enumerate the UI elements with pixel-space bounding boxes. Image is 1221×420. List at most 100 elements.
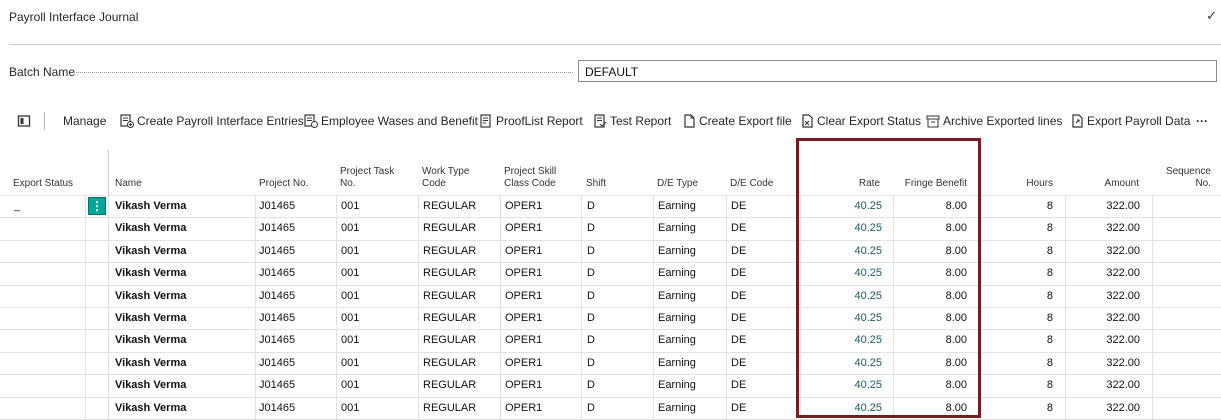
clear-export-label: Clear Export Status: [817, 114, 922, 128]
cell-task: 001: [341, 334, 360, 346]
cell-task: 001: [341, 379, 360, 391]
page-view-button[interactable]: [17, 110, 34, 132]
cell-amount: 322.00: [1106, 200, 1140, 212]
prooflist-report-button[interactable]: ProofList Report: [479, 110, 583, 132]
grid-horizontal-line: [0, 285, 1221, 286]
cell-type: Earning: [658, 379, 696, 391]
cell-code: DE: [731, 290, 747, 302]
cell-task: 001: [341, 357, 360, 369]
cell-hours: 8: [1046, 402, 1053, 414]
header-work-type-line2: Code: [422, 178, 446, 189]
cell-name[interactable]: Vikash Verma: [115, 334, 186, 346]
cell-project: J01465: [259, 402, 296, 414]
header-skill-class[interactable]: Project Skill Class Code: [504, 166, 556, 190]
cell-hours: 8: [1046, 245, 1053, 257]
archive-exported-lines-button[interactable]: Archive Exported lines: [926, 110, 1062, 132]
create-entries-icon: [120, 114, 134, 128]
report-icon: [480, 114, 491, 128]
cell-name[interactable]: Vikash Verma: [115, 200, 186, 212]
batch-name-input[interactable]: DEFAULT: [578, 60, 1217, 82]
test-report-icon: [594, 114, 607, 128]
cell-work: REGULAR: [423, 245, 477, 257]
cell-name[interactable]: Vikash Verma: [115, 402, 186, 414]
cell-project: J01465: [259, 222, 296, 234]
create-payroll-interface-entries-button[interactable]: Create Payroll Interface Entries: [120, 110, 304, 132]
grid-horizontal-line: [0, 195, 1221, 196]
export-payroll-data-button[interactable]: Export Payroll Data: [1070, 110, 1190, 132]
header-project-no[interactable]: Project No.: [259, 178, 308, 190]
cell-name[interactable]: Vikash Verma: [115, 290, 186, 302]
cell-skill: OPER1: [505, 402, 543, 414]
header-shift[interactable]: Shift: [586, 178, 606, 190]
cell-project: J01465: [259, 312, 296, 324]
test-report-button[interactable]: Test Report: [593, 110, 671, 132]
cell-task: 001: [341, 245, 360, 257]
grid-horizontal-line: [0, 397, 1221, 398]
header-de-type[interactable]: D/E Type: [657, 178, 698, 190]
header-project-task-line1: Project Task: [340, 166, 395, 177]
action-toolbar: Manage Create Payroll Interface Entries …: [0, 110, 1221, 132]
cell-hours: 8: [1046, 312, 1053, 324]
cell-task: 001: [341, 312, 360, 324]
grid-horizontal-line: [0, 240, 1221, 241]
cell-type: Earning: [658, 290, 696, 302]
archive-label: Archive Exported lines: [943, 114, 1063, 128]
cell-type: Earning: [658, 357, 696, 369]
cell-task: 001: [341, 267, 360, 279]
cell-code: DE: [731, 245, 747, 257]
cell-project: J01465: [259, 290, 296, 302]
grid-horizontal-line: [0, 352, 1221, 353]
header-work-type[interactable]: Work Type Code: [422, 166, 469, 190]
cell-task: 001: [341, 402, 360, 414]
batch-dots: [73, 72, 573, 73]
create-export-file-button[interactable]: Create Export file: [682, 110, 792, 132]
cell-skill: OPER1: [505, 334, 543, 346]
cell-name[interactable]: Vikash Verma: [115, 245, 186, 257]
page-title: Payroll Interface Journal: [9, 10, 139, 24]
header-de-code[interactable]: D/E Code: [730, 178, 773, 190]
employee-wases-and-benefit-button[interactable]: Employee Wases and Benefit: [304, 110, 478, 132]
cell-name[interactable]: Vikash Verma: [115, 379, 186, 391]
clear-export-status-button[interactable]: Clear Export Status: [800, 110, 921, 132]
cell-work: REGULAR: [423, 312, 477, 324]
cell-project: J01465: [259, 334, 296, 346]
header-name[interactable]: Name: [115, 178, 142, 190]
header-separator: [108, 150, 109, 195]
cell-type: Earning: [658, 402, 696, 414]
first-row-export-status: _: [14, 200, 21, 212]
header-sequence-line1: Sequence: [1165, 166, 1211, 177]
cell-skill: OPER1: [505, 379, 543, 391]
cell-project: J01465: [259, 267, 296, 279]
cell-skill: OPER1: [505, 267, 543, 279]
cell-work: REGULAR: [423, 379, 477, 391]
header-export-status[interactable]: Export Status: [13, 178, 73, 190]
cell-name[interactable]: Vikash Verma: [115, 267, 186, 279]
header-project-task[interactable]: Project Task No.: [340, 166, 394, 190]
cell-work: REGULAR: [423, 290, 477, 302]
cell-shift: D: [587, 402, 595, 414]
create-entries-label: Create Payroll Interface Entries: [137, 114, 304, 128]
cell-skill: OPER1: [505, 245, 543, 257]
cell-name[interactable]: Vikash Verma: [115, 312, 186, 324]
highlight-box: [796, 138, 981, 418]
cell-amount: 322.00: [1106, 402, 1140, 414]
row-menu-button[interactable]: ⋮: [88, 197, 106, 215]
manage-button[interactable]: Manage: [63, 110, 106, 132]
cell-name[interactable]: Vikash Verma: [115, 357, 186, 369]
header-hours[interactable]: Hours: [985, 178, 1053, 190]
check-icon[interactable]: ✓: [1206, 8, 1217, 24]
cell-work: REGULAR: [423, 402, 477, 414]
cell-work: REGULAR: [423, 334, 477, 346]
cell-task: 001: [341, 200, 360, 212]
cell-skill: OPER1: [505, 222, 543, 234]
employee-label: Employee Wases and Benefit: [321, 114, 478, 128]
employee-icon: [304, 114, 318, 128]
header-amount[interactable]: Amount: [1068, 178, 1139, 190]
more-options-button[interactable]: ···: [1196, 110, 1208, 132]
cell-code: DE: [731, 222, 747, 234]
cell-task: 001: [341, 222, 360, 234]
cell-shift: D: [587, 334, 595, 346]
cell-name[interactable]: Vikash Verma: [115, 222, 186, 234]
cell-amount: 322.00: [1106, 357, 1140, 369]
header-sequence-no[interactable]: Sequence No.: [1150, 166, 1211, 190]
